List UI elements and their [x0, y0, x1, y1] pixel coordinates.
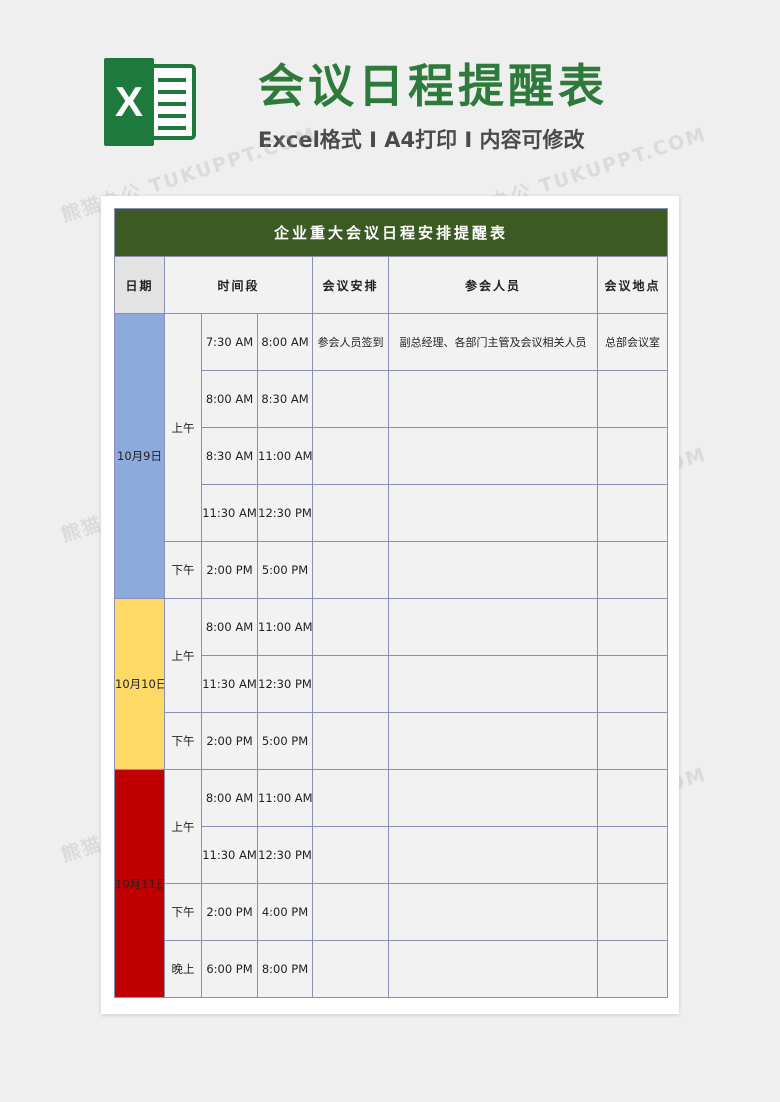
- arrangement-cell[interactable]: [312, 370, 389, 428]
- start-time-cell[interactable]: 8:00 AM: [201, 769, 258, 827]
- location-cell[interactable]: [596, 427, 669, 485]
- location-cell[interactable]: [596, 655, 669, 713]
- period-cell[interactable]: 上午: [164, 313, 202, 542]
- end-time-cell[interactable]: 8:00 AM: [257, 313, 313, 371]
- attendees-cell[interactable]: 副总经理、各部门主管及会议相关人员: [388, 313, 598, 371]
- end-time-cell[interactable]: 5:00 PM: [257, 712, 313, 770]
- arrangement-cell[interactable]: [312, 769, 389, 827]
- table-row: 10月10日 上午 8:00 AM 11:00 AM: [114, 598, 669, 770]
- end-time-cell[interactable]: 11:00 AM: [257, 427, 313, 485]
- arrangement-cell[interactable]: [312, 826, 389, 884]
- location-cell[interactable]: [596, 541, 669, 599]
- period-cell[interactable]: 晚上: [164, 940, 202, 998]
- location-cell[interactable]: [596, 826, 669, 884]
- header-location: 会议地点: [596, 256, 669, 314]
- location-cell[interactable]: [596, 940, 669, 998]
- table-row: 晚上 6:00 PM 8:00 PM: [115, 940, 669, 998]
- spreadsheet-page: 企业重大会议日程安排提醒表 日期 时间段 会议安排 参会人员 会议地点 10月9…: [101, 196, 679, 1014]
- location-cell[interactable]: [596, 712, 669, 770]
- header-time: 时间段: [164, 256, 313, 314]
- period-cell[interactable]: 下午: [164, 883, 202, 941]
- attendees-cell[interactable]: [388, 655, 598, 713]
- header-attendees: 参会人员: [388, 256, 598, 314]
- attendees-cell[interactable]: [388, 598, 598, 656]
- location-cell[interactable]: [596, 370, 669, 428]
- table-title: 企业重大会议日程安排提醒表: [113, 208, 669, 257]
- end-time-cell[interactable]: 8:00 PM: [257, 940, 313, 998]
- attendees-cell[interactable]: [388, 712, 598, 770]
- table-row: 下午 2:00 PM 5:00 PM: [115, 712, 669, 770]
- table-row: 下午 2:00 PM 4:00 PM: [115, 883, 669, 941]
- period-cell[interactable]: 上午: [164, 769, 202, 884]
- end-time-cell[interactable]: 11:00 AM: [257, 598, 313, 656]
- attendees-cell[interactable]: [388, 826, 598, 884]
- start-time-cell[interactable]: 6:00 PM: [201, 940, 258, 998]
- table-row: 下午 2:00 PM 5:00 PM: [115, 541, 669, 599]
- attendees-cell[interactable]: [388, 427, 598, 485]
- start-time-cell[interactable]: 8:00 AM: [201, 598, 258, 656]
- arrangement-cell[interactable]: [312, 598, 389, 656]
- svg-text:X: X: [115, 78, 143, 125]
- date-cell[interactable]: 10月10日: [114, 598, 165, 770]
- arrangement-cell[interactable]: [312, 427, 389, 485]
- arrangement-cell[interactable]: [312, 940, 389, 998]
- end-time-cell[interactable]: 5:00 PM: [257, 541, 313, 599]
- date-cell[interactable]: 10月11日: [114, 769, 165, 998]
- start-time-cell[interactable]: 2:00 PM: [201, 541, 258, 599]
- period-cell[interactable]: 下午: [164, 541, 202, 599]
- attendees-cell[interactable]: [388, 769, 598, 827]
- arrangement-cell[interactable]: [312, 883, 389, 941]
- attendees-cell[interactable]: [388, 940, 598, 998]
- start-time-cell[interactable]: 8:30 AM: [201, 427, 258, 485]
- end-time-cell[interactable]: 12:30 PM: [257, 826, 313, 884]
- attendees-cell[interactable]: [388, 370, 598, 428]
- attendees-cell[interactable]: [388, 883, 598, 941]
- location-cell[interactable]: [596, 883, 669, 941]
- header-arrangement: 会议安排: [312, 256, 389, 314]
- end-time-cell[interactable]: 11:00 AM: [257, 769, 313, 827]
- table-row: 10月9日 上午 7:30 AM 8:00 AM 参会人员签到 副总经理、各部门…: [114, 313, 669, 599]
- period-cell[interactable]: 上午: [164, 598, 202, 713]
- schedule-table: 企业重大会议日程安排提醒表 日期 时间段 会议安排 参会人员 会议地点 10月9…: [113, 208, 669, 998]
- end-time-cell[interactable]: 4:00 PM: [257, 883, 313, 941]
- arrangement-cell[interactable]: 参会人员签到: [312, 313, 389, 371]
- table-row: 10月11日 上午 8:00 AM 11:00 AM: [114, 769, 669, 998]
- start-time-cell[interactable]: 7:30 AM: [201, 313, 258, 371]
- end-time-cell[interactable]: 8:30 AM: [257, 370, 313, 428]
- location-cell[interactable]: [596, 484, 669, 542]
- period-cell[interactable]: 下午: [164, 712, 202, 770]
- location-cell[interactable]: [596, 598, 669, 656]
- excel-icon: X: [104, 58, 196, 146]
- end-time-cell[interactable]: 12:30 PM: [257, 655, 313, 713]
- start-time-cell[interactable]: 2:00 PM: [201, 712, 258, 770]
- location-cell[interactable]: [596, 769, 669, 827]
- attendees-cell[interactable]: [388, 484, 598, 542]
- end-time-cell[interactable]: 12:30 PM: [257, 484, 313, 542]
- page-title: 会议日程提醒表: [258, 59, 608, 113]
- arrangement-cell[interactable]: [312, 712, 389, 770]
- start-time-cell[interactable]: 8:00 AM: [201, 370, 258, 428]
- arrangement-cell[interactable]: [312, 484, 389, 542]
- attendees-cell[interactable]: [388, 541, 598, 599]
- arrangement-cell[interactable]: [312, 655, 389, 713]
- start-time-cell[interactable]: 11:30 AM: [201, 484, 258, 542]
- date-cell[interactable]: 10月9日: [114, 313, 165, 599]
- arrangement-cell[interactable]: [312, 541, 389, 599]
- header-date: 日期: [114, 256, 165, 314]
- start-time-cell[interactable]: 11:30 AM: [201, 826, 258, 884]
- start-time-cell[interactable]: 11:30 AM: [201, 655, 258, 713]
- start-time-cell[interactable]: 2:00 PM: [201, 883, 258, 941]
- location-cell[interactable]: 总部会议室: [596, 313, 669, 371]
